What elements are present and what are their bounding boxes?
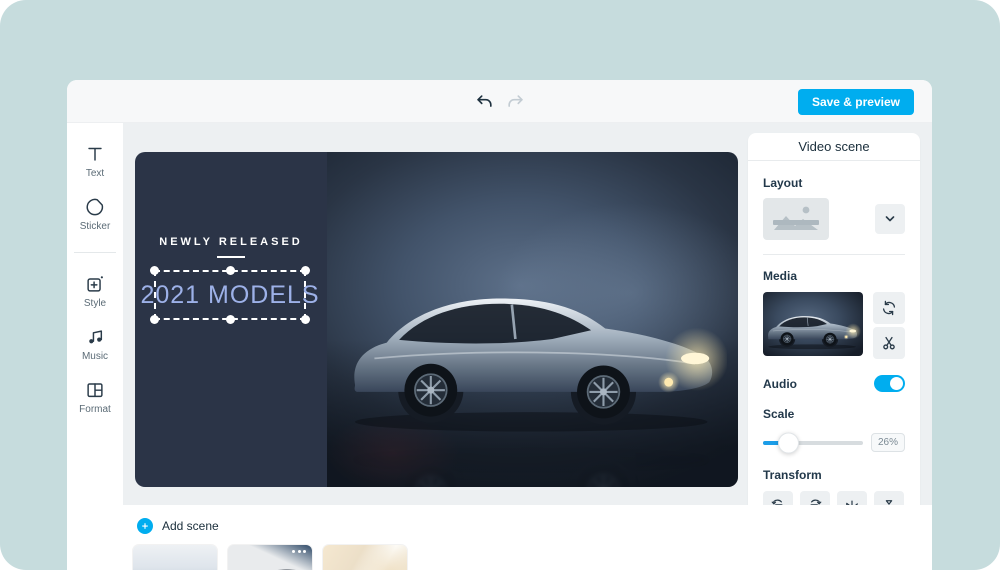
scene-thumbnail-3[interactable] [323, 545, 407, 570]
car-image [339, 258, 727, 443]
media-buttons [873, 292, 905, 359]
scene-thumbnail-1[interactable] [133, 545, 217, 570]
scene-eyebrow-text[interactable]: NEWLY RELEASED [135, 236, 327, 248]
media-car-image [764, 306, 861, 352]
layout-label: Layout [763, 176, 803, 190]
text-icon [88, 147, 102, 161]
scene-media-image[interactable] [327, 152, 738, 487]
layout-thumbnail[interactable] [763, 198, 829, 240]
scenes-strip: Add scene [123, 505, 932, 570]
media-label: Media [763, 269, 798, 283]
sidebar-item-label: Style [83, 298, 107, 309]
tool-sidebar: Text Sticker Style Music Format [67, 123, 123, 570]
topbar: Save & preview [67, 80, 932, 123]
sidebar-item-format[interactable]: Format [79, 379, 111, 415]
sidebar-item-style[interactable]: Style [84, 273, 106, 309]
text-selection-box[interactable]: 2021 MODELS [140, 266, 319, 324]
trim-media-button[interactable] [873, 327, 905, 359]
transform-label: Transform [763, 468, 822, 482]
history-controls [474, 92, 526, 112]
audio-label: Audio [763, 376, 797, 391]
image-placeholder-icon [773, 206, 819, 230]
scene-thumbnails [133, 545, 407, 570]
media-row [763, 292, 905, 359]
sidebar-item-sticker[interactable]: Sticker [79, 196, 111, 232]
workzone: NEWLY RELEASED 2021 MODELS Video scene L… [123, 123, 932, 570]
save-preview-button[interactable]: Save & preview [797, 89, 914, 115]
add-scene-label: Add scene [162, 519, 219, 533]
car-reflection [339, 439, 727, 487]
editor-window: Save & preview Text Sticker Style Music … [67, 80, 932, 570]
scale-value-badge: 26% [870, 433, 905, 452]
scene-thumbnail-2[interactable] [228, 545, 312, 570]
undo-icon[interactable] [474, 92, 494, 112]
media-thumbnail[interactable] [763, 292, 863, 356]
replace-media-button[interactable] [873, 292, 905, 324]
sidebar-item-text[interactable]: Text [84, 143, 106, 179]
audio-row: Audio [763, 375, 905, 392]
selection-handle[interactable] [225, 266, 235, 275]
add-scene-button[interactable]: Add scene [137, 518, 219, 534]
sidebar-item-label: Music [81, 351, 109, 362]
scale-slider[interactable] [763, 432, 863, 453]
sticker-icon [86, 198, 104, 216]
toggle-knob [890, 377, 903, 390]
sidebar-item-label: Text [85, 168, 105, 179]
music-icon [89, 330, 103, 344]
scene-preview[interactable]: NEWLY RELEASED 2021 MODELS [135, 152, 738, 487]
panel-divider [763, 254, 905, 255]
slider-handle[interactable] [777, 432, 799, 453]
panel-body: Layout Media Audio Scale 26% Transform [748, 176, 920, 521]
panel-title: Video scene [748, 133, 920, 161]
format-icon [87, 383, 103, 398]
sidebar-item-label: Format [79, 404, 111, 415]
scale-slider-row: 26% [763, 432, 905, 453]
scissors-icon [883, 336, 895, 350]
selection-handle[interactable] [225, 315, 235, 324]
scene-headline-text[interactable]: 2021 MODELS [140, 281, 319, 310]
redo-icon[interactable] [506, 92, 526, 112]
add-scene-icon [137, 518, 153, 534]
selection-handle[interactable] [150, 315, 159, 324]
scene-divider-line [217, 256, 245, 258]
scale-label: Scale [763, 407, 795, 421]
scene-text-panel: NEWLY RELEASED 2021 MODELS [135, 152, 327, 487]
scene-menu-dots-icon[interactable] [292, 550, 306, 553]
sidebar-item-music[interactable]: Music [82, 326, 108, 362]
selection-handle[interactable] [301, 315, 310, 324]
chevron-down-icon [885, 216, 895, 222]
selection-handle[interactable] [150, 266, 159, 275]
layout-row [763, 198, 905, 240]
sidebar-divider [74, 252, 116, 253]
layout-dropdown-button[interactable] [875, 204, 905, 234]
sidebar-item-label: Sticker [79, 221, 111, 232]
selection-handle[interactable] [301, 266, 310, 275]
audio-toggle[interactable] [874, 375, 905, 392]
refresh-icon [882, 300, 896, 316]
style-icon [87, 276, 103, 292]
